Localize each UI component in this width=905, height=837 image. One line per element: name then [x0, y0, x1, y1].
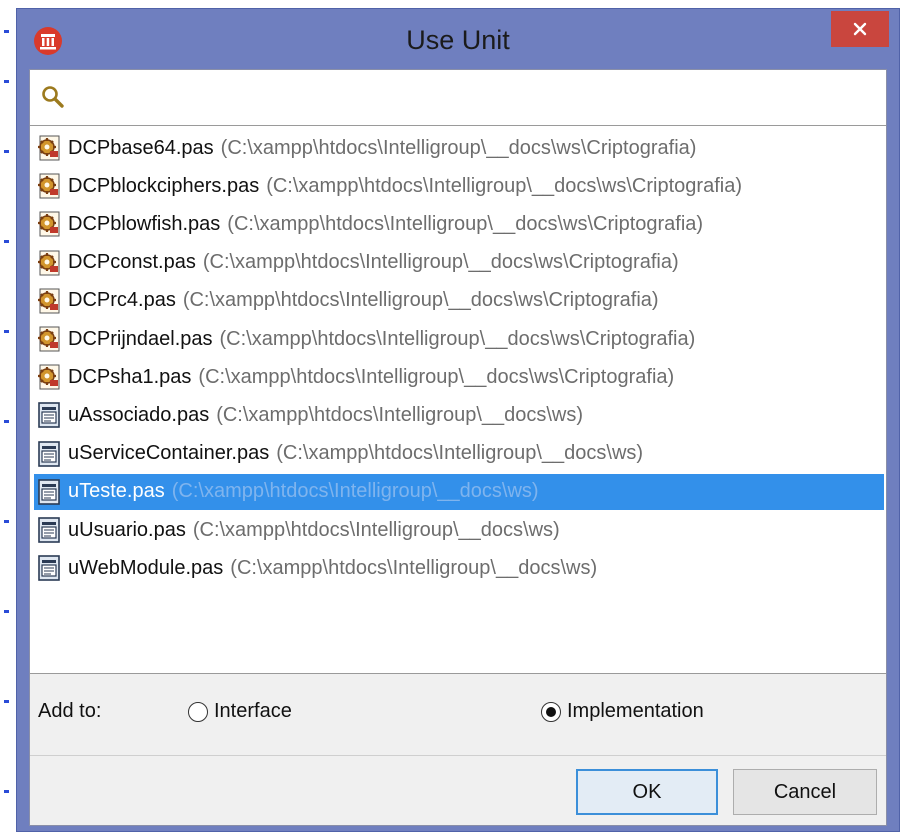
title-bar[interactable]: Use Unit — [17, 9, 899, 69]
unit-name: DCPconst.pas — [68, 251, 196, 274]
background-marker — [4, 420, 9, 423]
unit-list-item[interactable]: uUsuario.pas (C:\xampp\htdocs\Intelligrou… — [34, 512, 884, 548]
background-marker — [4, 790, 9, 793]
implementation-radio[interactable]: Implementation — [541, 700, 704, 723]
unit-list-item[interactable]: DCPsha1.pas (C:\xampp\htdocs\Intelligroup… — [34, 359, 884, 395]
unit-list-item[interactable]: DCPbase64.pas (C:\xampp\htdocs\Intelligro… — [34, 130, 884, 166]
unit-list-item[interactable]: uAssociado.pas (C:\xampp\htdocs\Intelligr… — [34, 397, 884, 433]
interface-radio-label: Interface — [214, 700, 292, 722]
gear-unit-icon — [38, 250, 60, 276]
radio-circle-icon — [541, 701, 561, 722]
background-marker — [4, 520, 9, 523]
unit-path: (C:\xampp\htdocs\Intelligroup\__docs\ws) — [171, 480, 539, 503]
gear-unit-icon — [38, 288, 60, 314]
unit-list-item[interactable]: DCPblowfish.pas (C:\xampp\htdocs\Intellig… — [34, 206, 884, 242]
unit-path: (C:\xampp\htdocs\Intelligroup\__docs\ws) — [216, 403, 584, 426]
unit-path: (C:\xampp\htdocs\Intelligroup\__docs\ws\… — [219, 327, 696, 350]
unit-name: DCPrijndael.pas — [68, 327, 213, 350]
radio-circle-icon — [188, 701, 208, 722]
use-unit-dialog: Use Unit DCPbase64.pas (C:\xampp\htdocs\I… — [16, 8, 900, 832]
form-unit-icon — [38, 402, 60, 429]
unit-list-item[interactable]: DCPrc4.pas (C:\xampp\htdocs\Intelligroup\… — [34, 283, 884, 319]
unit-path: (C:\xampp\htdocs\Intelligroup\__docs\ws\… — [266, 174, 742, 197]
unit-name: uWebModule.pas — [68, 556, 224, 579]
unit-list-item[interactable]: DCPconst.pas (C:\xampp\htdocs\Intelligrou… — [34, 245, 884, 281]
close-button[interactable] — [831, 11, 889, 47]
form-unit-icon — [38, 478, 60, 505]
unit-path: (C:\xampp\htdocs\Intelligroup\__docs\ws\… — [182, 289, 659, 312]
background-marker — [4, 610, 9, 613]
unit-path: (C:\xampp\htdocs\Intelligroup\__docs\ws\… — [202, 251, 679, 274]
unit-name: uUsuario.pas — [68, 518, 186, 541]
gear-unit-icon — [38, 173, 60, 199]
gear-unit-icon — [38, 211, 60, 237]
unit-list-item[interactable]: uWebModule.pas (C:\xampp\htdocs\Intelligr… — [34, 550, 884, 586]
unit-name: uAssociado.pas — [68, 403, 210, 426]
unit-path: (C:\xampp\htdocs\Intelligroup\__docs\ws\… — [220, 136, 697, 159]
close-icon — [853, 22, 867, 36]
add-to-group: Add to: Interface Implementation — [30, 674, 886, 756]
background-marker — [4, 30, 9, 33]
unit-path: (C:\xampp\htdocs\Intelligroup\__docs\ws) — [192, 518, 560, 541]
unit-name: DCPblowfish.pas — [68, 212, 221, 235]
unit-path: (C:\xampp\htdocs\Intelligroup\__docs\ws\… — [198, 365, 675, 388]
unit-name: uTeste.pas — [68, 480, 165, 503]
form-unit-icon — [38, 440, 60, 467]
unit-name: DCPrc4.pas — [68, 289, 176, 312]
background-marker — [4, 150, 9, 153]
search-bar — [30, 70, 886, 126]
ok-button[interactable]: OK — [576, 769, 718, 815]
gear-unit-icon — [38, 326, 60, 352]
add-to-label: Add to: — [38, 700, 102, 722]
gear-unit-icon — [38, 364, 60, 390]
search-icon — [42, 86, 64, 108]
unit-path: (C:\xampp\htdocs\Intelligroup\__docs\ws\… — [227, 212, 704, 235]
interface-radio[interactable]: Interface — [188, 700, 292, 723]
unit-name: DCPbase64.pas — [68, 136, 214, 159]
background-window-edge — [0, 0, 14, 837]
unit-name: DCPblockciphers.pas — [68, 174, 260, 197]
cancel-button[interactable]: Cancel — [733, 769, 877, 815]
search-input[interactable] — [74, 78, 878, 118]
unit-list-item[interactable]: uServiceContainer.pas (C:\xampp\htdocs\In… — [34, 436, 884, 472]
unit-list-item[interactable]: DCPrijndael.pas (C:\xampp\htdocs\Intellig… — [34, 321, 884, 357]
dialog-title: Use Unit — [406, 25, 510, 55]
background-marker — [4, 700, 9, 703]
unit-path: (C:\xampp\htdocs\Intelligroup\__docs\ws) — [230, 556, 598, 579]
background-marker — [4, 80, 9, 83]
unit-list-item[interactable]: uTeste.pas (C:\xampp\htdocs\Intelligroup\… — [34, 473, 884, 510]
unit-name: DCPsha1.pas — [68, 365, 192, 388]
unit-path: (C:\xampp\htdocs\Intelligroup\__docs\ws) — [276, 442, 644, 465]
unit-list[interactable]: DCPbase64.pas (C:\xampp\htdocs\Intelligro… — [30, 126, 886, 674]
form-unit-icon — [38, 555, 60, 581]
gear-unit-icon — [38, 135, 60, 161]
unit-name: uServiceContainer.pas — [68, 442, 270, 465]
background-marker — [4, 240, 9, 243]
form-unit-icon — [38, 517, 60, 543]
background-marker — [4, 330, 9, 333]
implementation-radio-label: Implementation — [567, 700, 704, 722]
unit-list-item[interactable]: DCPblockciphers.pas (C:\xampp\htdocs\Inte… — [34, 168, 884, 204]
dialog-content: DCPbase64.pas (C:\xampp\htdocs\Intelligro… — [29, 69, 887, 826]
